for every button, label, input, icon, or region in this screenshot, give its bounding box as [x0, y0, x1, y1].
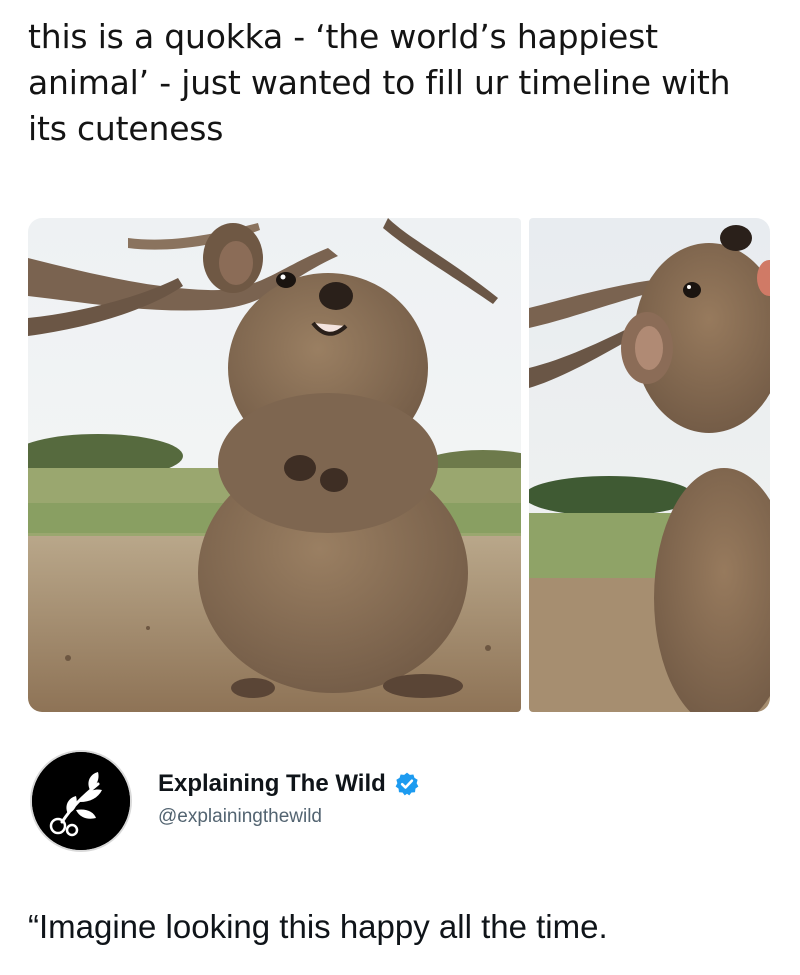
- account-handle[interactable]: @explainingthewild: [158, 806, 322, 828]
- leaf-branch-icon: [32, 752, 130, 850]
- media-grid: [28, 218, 770, 712]
- verified-badge-icon: [395, 772, 419, 796]
- quoted-tweet-text: “Imagine looking this happy all the time…: [28, 908, 608, 945]
- tweet-text: this is a quokka - ‘the world’s happiest…: [28, 17, 731, 148]
- quokka-photo-illustration: [529, 218, 770, 712]
- photo-quokka-eating[interactable]: [529, 218, 770, 712]
- display-name-text: Explaining The Wild: [158, 770, 386, 797]
- photo-quokka-smiling[interactable]: [28, 218, 521, 712]
- quokka-photo-illustration: [28, 218, 521, 712]
- account-avatar[interactable]: [32, 752, 130, 850]
- account-display-name[interactable]: Explaining The Wild: [158, 770, 420, 798]
